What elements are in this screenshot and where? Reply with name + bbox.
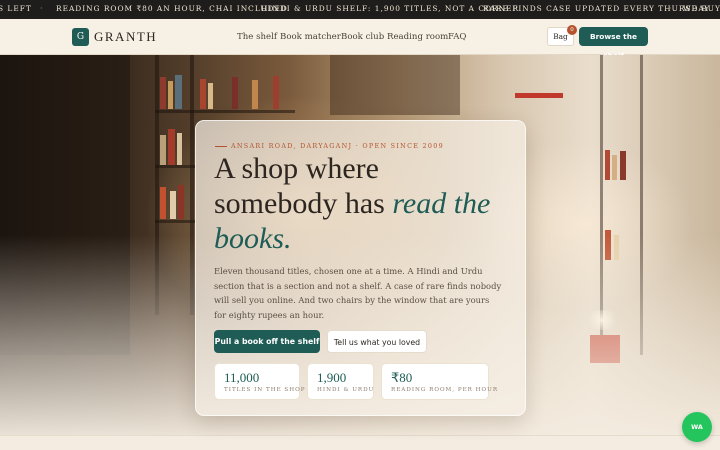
ticker-item: RARE FINDS CASE UPDATED EVERY THURSDAY bbox=[483, 4, 711, 13]
hero-headline-line-2: somebody has read the bbox=[214, 187, 490, 221]
book-spine bbox=[612, 155, 617, 180]
stat-label: TITLES IN THE SHOP bbox=[224, 387, 306, 393]
nav-reading-room[interactable]: Reading room bbox=[387, 32, 448, 42]
ticker-separator: · bbox=[469, 4, 472, 13]
whatsapp-button[interactable]: WA bbox=[682, 412, 712, 442]
shelf-board bbox=[155, 110, 295, 113]
book-spine bbox=[177, 133, 182, 165]
tell-us-button[interactable]: Tell us what you loved bbox=[327, 330, 427, 353]
back-bookcase bbox=[330, 55, 460, 115]
stat-value: 1,900 bbox=[317, 370, 347, 385]
eyebrow-rule bbox=[215, 146, 227, 147]
book-spine bbox=[160, 187, 166, 219]
hero-headline-line-1: A shop where bbox=[214, 152, 379, 185]
nav-book-matcher[interactable]: Book matcher bbox=[280, 32, 341, 42]
logo-wordmark[interactable]: GRANTH bbox=[94, 29, 157, 45]
stat-label: HINDI & URDU bbox=[317, 387, 375, 393]
nav-the-shelf[interactable]: The shelf bbox=[237, 32, 277, 42]
book-spine bbox=[605, 150, 610, 180]
book-spine bbox=[178, 185, 184, 219]
red-sign bbox=[515, 93, 563, 98]
nav-faq[interactable]: FAQ bbox=[448, 32, 466, 42]
ticker-separator: · bbox=[669, 4, 672, 13]
ticker-item: S LEFT bbox=[0, 4, 32, 13]
book-spine bbox=[168, 81, 173, 109]
book-spine bbox=[175, 75, 182, 109]
stat-value: ₹80 bbox=[391, 370, 413, 385]
ticker-item: HINDI & URDU SHELF: 1,900 TITLES, NOT A … bbox=[261, 4, 520, 13]
headline-emphasis: read the bbox=[392, 187, 491, 220]
hero-headline-line-3: books. bbox=[214, 222, 292, 255]
stat-label: READING ROOM, PER HOUR bbox=[391, 387, 499, 393]
pull-book-button[interactable]: Pull a book off the shelf bbox=[214, 330, 320, 353]
ticker-separator: · bbox=[247, 4, 250, 13]
nav-book-club[interactable]: Book club bbox=[341, 32, 384, 42]
stat-card: ₹80 READING ROOM, PER HOUR bbox=[381, 363, 497, 400]
book-spine bbox=[208, 83, 213, 109]
book-spine bbox=[232, 77, 238, 109]
shelf-board bbox=[155, 165, 195, 168]
hero-description: Eleven thousand titles, chosen one at a … bbox=[214, 266, 502, 320]
logo-mark[interactable]: G bbox=[72, 28, 89, 46]
shelf-board bbox=[155, 220, 195, 223]
announcement-ticker: S LEFT · READING ROOM ₹80 AN HOUR, CHAI … bbox=[0, 0, 720, 19]
section-divider bbox=[0, 435, 720, 450]
book-spine bbox=[160, 135, 166, 165]
ticker-item: WE BUY B bbox=[683, 4, 720, 13]
book-spine bbox=[273, 76, 279, 109]
bag-count-badge: 0 bbox=[567, 25, 577, 35]
headline-text: somebody has bbox=[214, 187, 393, 220]
book-spine bbox=[252, 80, 258, 109]
book-spine bbox=[200, 79, 206, 109]
stat-value: 11,000 bbox=[224, 370, 260, 385]
stat-card: 1,900 HINDI & URDU bbox=[307, 363, 374, 400]
book-spine bbox=[170, 191, 176, 219]
ticker-item: READING ROOM ₹80 AN HOUR, CHAI INCLUDED bbox=[56, 4, 288, 13]
stat-card: 11,000 TITLES IN THE SHOP bbox=[214, 363, 305, 400]
browse-shelf-button[interactable]: Browse the shelf bbox=[579, 27, 648, 60]
book-spine bbox=[168, 129, 175, 165]
book-spine bbox=[620, 151, 626, 180]
ticker-separator: · bbox=[40, 4, 43, 13]
site-header: G GRANTH The shelf Book matcher Book clu… bbox=[0, 19, 720, 60]
hero-eyebrow: ANSARI ROAD, DARYAGANJ · OPEN SINCE 2009 bbox=[231, 142, 445, 150]
book-spine bbox=[160, 77, 166, 109]
